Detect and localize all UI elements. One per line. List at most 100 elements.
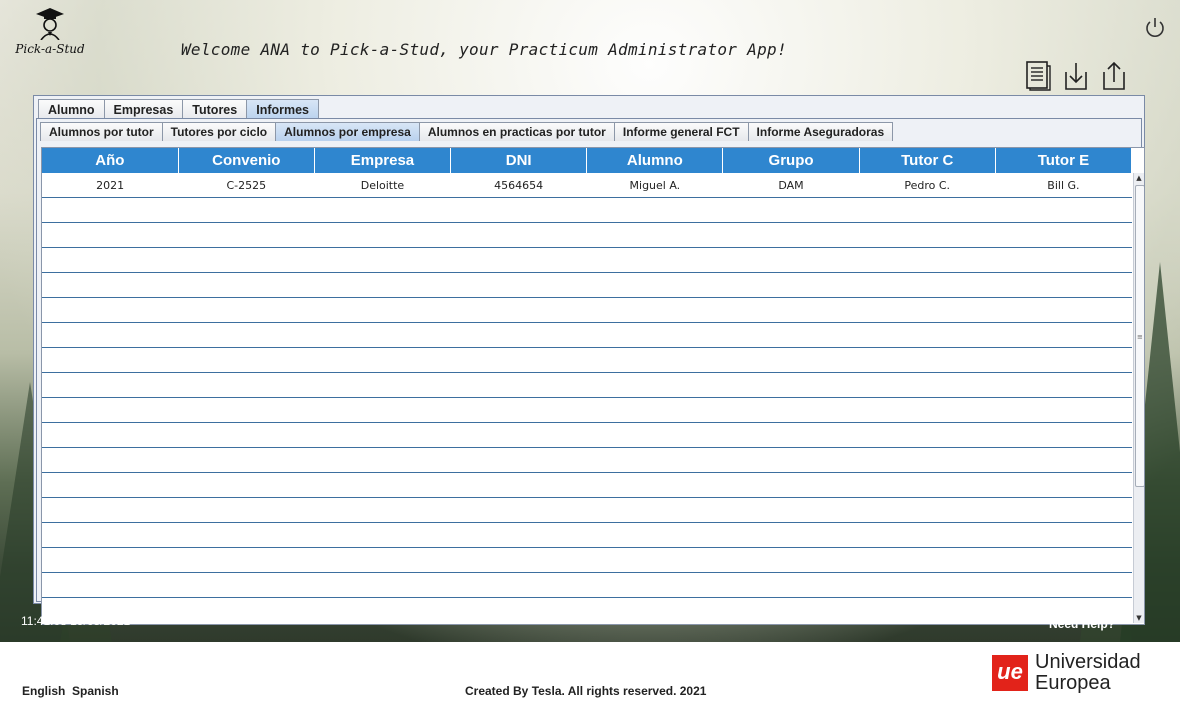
table-cell[interactable]	[178, 197, 315, 223]
table-cell[interactable]	[722, 347, 860, 373]
table-cell[interactable]	[859, 447, 996, 473]
table-row-empty[interactable]	[42, 572, 1132, 598]
table-cell[interactable]	[42, 572, 179, 598]
power-icon[interactable]	[1144, 16, 1166, 38]
table-cell[interactable]	[450, 572, 587, 598]
table-cell[interactable]	[42, 522, 179, 548]
table-cell[interactable]	[450, 247, 587, 273]
table-row-empty[interactable]	[42, 297, 1132, 323]
table-row-empty[interactable]	[42, 522, 1132, 548]
table-cell[interactable]	[178, 497, 315, 523]
table-cell[interactable]	[450, 547, 587, 573]
table-cell[interactable]	[42, 447, 179, 473]
table-cell[interactable]	[995, 247, 1132, 273]
table-cell[interactable]	[314, 272, 451, 298]
download-icon[interactable]	[1062, 60, 1090, 92]
table-cell[interactable]: Miguel A.	[586, 173, 723, 198]
table-cell[interactable]	[450, 322, 587, 348]
table-cell[interactable]	[586, 472, 723, 498]
scroll-up-arrow-icon[interactable]: ▲	[1134, 173, 1144, 183]
table-cell[interactable]	[995, 472, 1132, 498]
table-cell[interactable]	[586, 447, 723, 473]
table-cell[interactable]	[314, 322, 451, 348]
table-cell[interactable]	[722, 222, 860, 248]
table-cell[interactable]	[859, 372, 996, 398]
table-cell[interactable]: Deloitte	[314, 173, 451, 198]
table-cell[interactable]	[995, 197, 1132, 223]
table-cell[interactable]	[450, 522, 587, 548]
table-cell[interactable]	[314, 472, 451, 498]
column-header[interactable]: Grupo	[722, 148, 860, 173]
table-cell[interactable]	[722, 547, 860, 573]
help-link[interactable]: Need Help?	[1049, 617, 1115, 631]
table-cell[interactable]	[586, 572, 723, 598]
table-cell[interactable]	[42, 297, 179, 323]
table-cell[interactable]: Bill G.	[995, 173, 1132, 198]
table-cell[interactable]	[859, 347, 996, 373]
tab-alumnos-por-empresa[interactable]: Alumnos por empresa	[275, 122, 420, 141]
vertical-scrollbar[interactable]: ▲ ≡ ▼	[1133, 173, 1144, 623]
tab-informes[interactable]: Informes	[246, 99, 320, 120]
table-row-empty[interactable]	[42, 547, 1132, 573]
table-row-empty[interactable]	[42, 497, 1132, 523]
table-cell[interactable]	[586, 372, 723, 398]
table-cell[interactable]	[722, 422, 860, 448]
lang-english-link[interactable]: English	[22, 684, 65, 698]
table-cell[interactable]	[586, 522, 723, 548]
tab-alumno[interactable]: Alumno	[38, 99, 105, 120]
table-cell[interactable]	[586, 297, 723, 323]
table-cell[interactable]	[314, 422, 451, 448]
table-cell[interactable]	[42, 347, 179, 373]
table-cell[interactable]	[859, 497, 996, 523]
table-cell[interactable]	[450, 272, 587, 298]
table-cell[interactable]: DAM	[722, 173, 860, 198]
table-cell[interactable]	[178, 572, 315, 598]
table-row-empty[interactable]	[42, 322, 1132, 348]
table-cell[interactable]	[859, 547, 996, 573]
table-cell[interactable]	[314, 222, 451, 248]
table-cell[interactable]	[722, 472, 860, 498]
table-cell[interactable]	[995, 222, 1132, 248]
table-cell[interactable]	[314, 522, 451, 548]
table-cell[interactable]	[178, 372, 315, 398]
table-cell[interactable]	[859, 572, 996, 598]
table-cell[interactable]	[178, 322, 315, 348]
table-cell[interactable]	[178, 272, 315, 298]
table-cell[interactable]	[995, 422, 1132, 448]
table-row-empty[interactable]	[42, 197, 1132, 223]
table-cell[interactable]	[722, 272, 860, 298]
table-cell[interactable]	[995, 522, 1132, 548]
column-header[interactable]: DNI	[450, 148, 588, 173]
scroll-down-arrow-icon[interactable]: ▼	[1134, 613, 1144, 623]
table-row-empty[interactable]	[42, 247, 1132, 273]
table-cell[interactable]	[586, 547, 723, 573]
table-cell[interactable]	[586, 272, 723, 298]
table-row-empty[interactable]	[42, 272, 1132, 298]
table-cell[interactable]	[314, 197, 451, 223]
column-header[interactable]: Empresa	[314, 148, 452, 173]
table-cell[interactable]	[995, 572, 1132, 598]
table-cell[interactable]	[42, 397, 179, 423]
tab-empresas[interactable]: Empresas	[103, 99, 184, 120]
table-cell[interactable]	[586, 322, 723, 348]
table-cell[interactable]	[314, 572, 451, 598]
table-cell[interactable]	[995, 497, 1132, 523]
table-cell[interactable]	[314, 372, 451, 398]
table-cell[interactable]	[586, 197, 723, 223]
table-cell[interactable]: 2021	[42, 173, 179, 198]
table-cell[interactable]	[995, 372, 1132, 398]
table-cell[interactable]	[859, 297, 996, 323]
table-cell[interactable]	[178, 222, 315, 248]
table-cell[interactable]	[722, 447, 860, 473]
table-cell[interactable]	[586, 497, 723, 523]
table-cell[interactable]	[722, 372, 860, 398]
table-cell[interactable]	[42, 222, 179, 248]
table-cell[interactable]	[995, 347, 1132, 373]
table-cell[interactable]	[178, 447, 315, 473]
table-cell[interactable]	[722, 497, 860, 523]
table-cell[interactable]	[859, 197, 996, 223]
table-cell[interactable]	[178, 522, 315, 548]
table-row-empty[interactable]	[42, 222, 1132, 248]
table-cell[interactable]	[859, 272, 996, 298]
table-cell[interactable]	[586, 347, 723, 373]
